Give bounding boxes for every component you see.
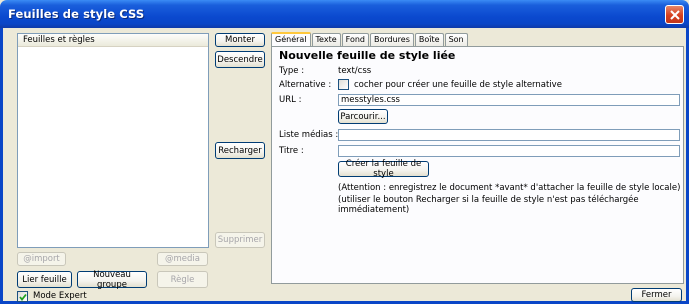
move-up-button[interactable]: Monter bbox=[215, 33, 265, 47]
tab-borders[interactable]: Bordures bbox=[370, 33, 414, 46]
list-header: Feuilles et règles bbox=[18, 34, 208, 47]
expert-mode-checkbox[interactable] bbox=[17, 291, 28, 302]
section-heading: Nouvelle feuille de style liée bbox=[279, 49, 456, 62]
checkmark-icon bbox=[19, 293, 27, 301]
new-group-button[interactable]: Nouveau groupe bbox=[77, 270, 147, 290]
close-window-button[interactable] bbox=[665, 5, 684, 24]
window-title: Feuilles de style CSS bbox=[8, 7, 145, 21]
tab-sound[interactable]: Son bbox=[444, 33, 468, 46]
tab-box[interactable]: Boîte bbox=[414, 33, 444, 46]
properties-panel: Général Texte Fond Bordures Boîte Son No… bbox=[271, 32, 684, 284]
import-button[interactable]: @import bbox=[17, 252, 66, 266]
title-input[interactable] bbox=[338, 145, 680, 157]
close-icon bbox=[670, 10, 680, 20]
create-stylesheet-button[interactable]: Créer la feuille de style bbox=[338, 159, 429, 179]
close-button[interactable]: Fermer bbox=[631, 288, 682, 302]
tab-general[interactable]: Général bbox=[271, 32, 311, 46]
alternative-text: cocher pour créer une feuille de style a… bbox=[354, 80, 562, 90]
media-button[interactable]: @media bbox=[157, 252, 208, 266]
media-list-input[interactable] bbox=[338, 129, 680, 141]
browse-button[interactable]: Parcourir... bbox=[338, 109, 388, 124]
delete-button[interactable]: Supprimer bbox=[215, 232, 265, 248]
url-input[interactable]: messtyles.css bbox=[338, 94, 680, 106]
tab-strip: Général Texte Fond Bordures Boîte Son bbox=[271, 32, 469, 46]
general-tab-content: Nouvelle feuille de style liée Type : te… bbox=[271, 46, 684, 284]
type-label: Type : bbox=[279, 66, 305, 76]
rule-button[interactable]: Règle bbox=[157, 271, 208, 288]
title-bar: Feuilles de style CSS bbox=[0, 0, 689, 28]
link-stylesheet-button[interactable]: Lier feuille bbox=[17, 271, 72, 288]
move-down-button[interactable]: Descendre bbox=[215, 51, 265, 68]
title-label: Titre : bbox=[279, 146, 304, 156]
expert-mode-label: Mode Expert bbox=[33, 291, 87, 301]
alternative-checkbox[interactable] bbox=[338, 79, 349, 90]
warning-note-2: (utiliser le bouton Recharger si la feui… bbox=[338, 195, 639, 215]
url-label: URL : bbox=[279, 95, 302, 105]
tab-text[interactable]: Texte bbox=[311, 33, 341, 46]
media-list-label: Liste médias : bbox=[279, 130, 339, 140]
type-value: text/css bbox=[338, 66, 372, 76]
reload-button[interactable]: Recharger bbox=[215, 142, 265, 159]
tab-background[interactable]: Fond bbox=[341, 33, 369, 46]
warning-note-1: (Attention : enregistrez le document *av… bbox=[338, 183, 681, 193]
alternative-label: Alternative : bbox=[279, 80, 332, 90]
stylesheets-list[interactable]: Feuilles et règles bbox=[17, 33, 209, 248]
